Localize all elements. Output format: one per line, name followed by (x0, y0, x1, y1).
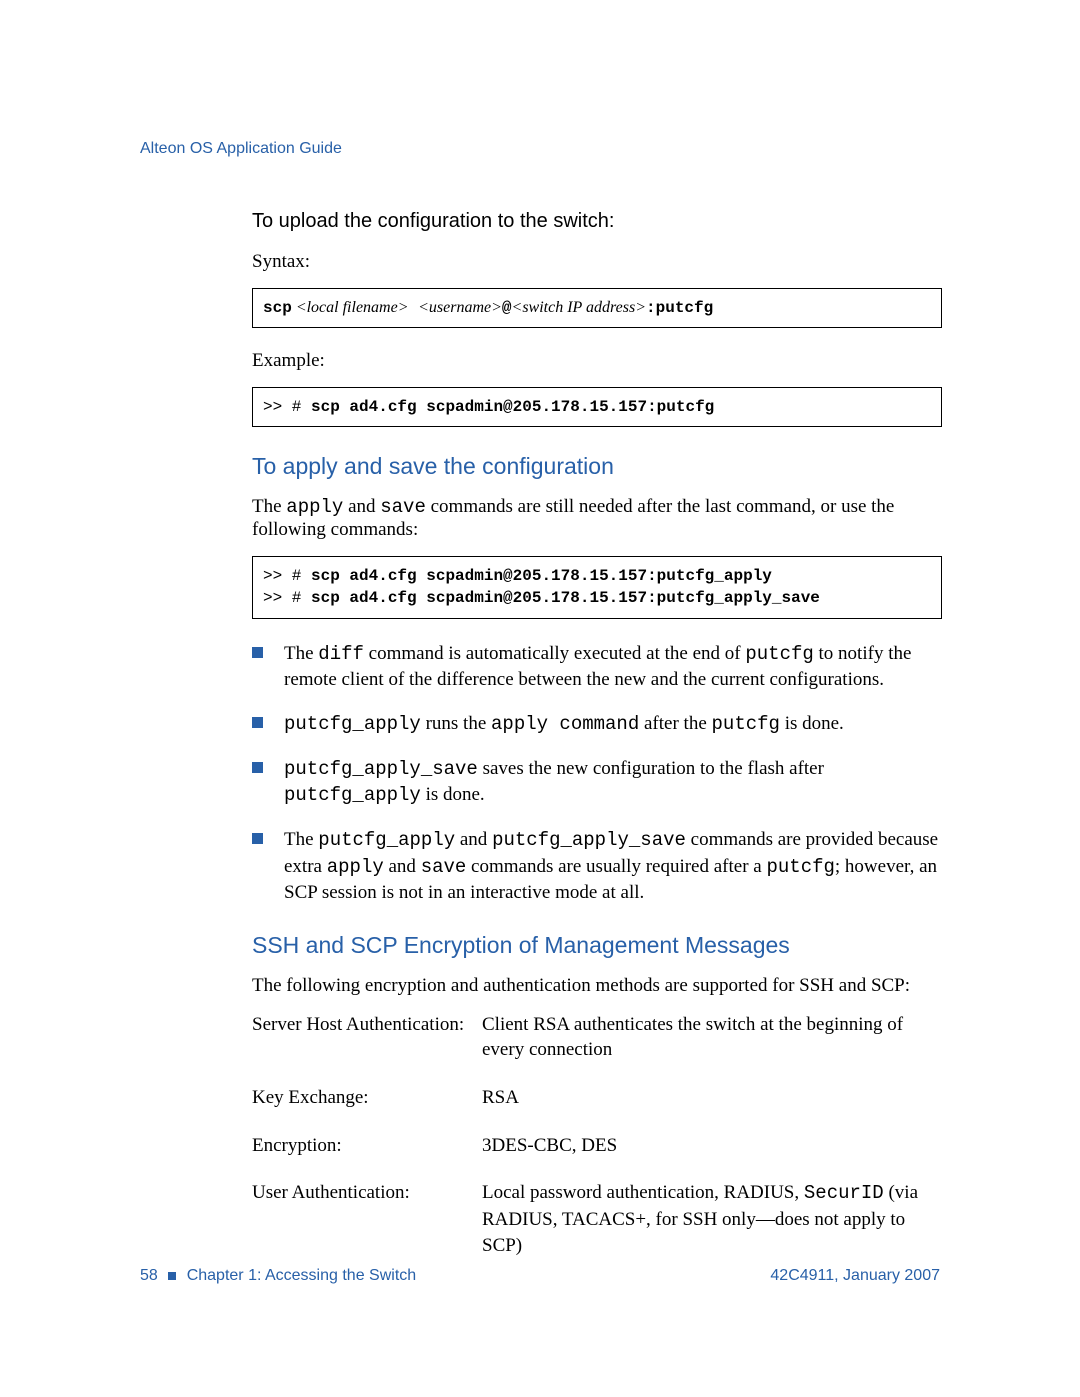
definition-list: Server Host Authentication: Client RSA a… (252, 1012, 942, 1258)
page-content: Alteon OS Application Guide To upload th… (140, 140, 940, 1280)
code-line: scp ad4.cfg scpadmin@205.178.15.157:putc… (311, 398, 714, 416)
apply-intro: The apply and save commands are still ne… (252, 496, 942, 542)
body-content: To upload the configuration to the switc… (252, 210, 942, 1258)
code-suffix: :putcfg (646, 299, 713, 317)
code-param: <switch IP address> (512, 299, 646, 316)
section-heading: To apply and save the configuration (252, 453, 942, 480)
code-line: scp ad4.cfg scpadmin@205.178.15.157:putc… (311, 589, 820, 607)
chapter-label: Chapter 1: Accessing the Switch (187, 1267, 416, 1284)
def-term: Server Host Authentication: (252, 1012, 482, 1063)
syntax-codebox: scp <local filename> <username>@<switch … (252, 288, 942, 328)
page-footer: 58 Chapter 1: Accessing the Switch 42C49… (140, 1267, 940, 1285)
section-heading: SSH and SCP Encryption of Management Mes… (252, 932, 942, 959)
definition-row: Encryption: 3DES-CBC, DES (252, 1133, 942, 1159)
def-value: Client RSA authenticates the switch at t… (482, 1012, 942, 1063)
step-title: To upload the configuration to the switc… (252, 210, 942, 233)
square-bullet-icon (168, 1272, 176, 1280)
definition-row: Server Host Authentication: Client RSA a… (252, 1012, 942, 1063)
footer-right: 42C4911, January 2007 (770, 1267, 940, 1285)
def-term: Encryption: (252, 1133, 482, 1159)
definition-row: User Authentication: Local password auth… (252, 1180, 942, 1258)
syntax-label: Syntax: (252, 251, 942, 274)
ssh-intro: The following encryption and authenticat… (252, 975, 942, 998)
page-number: 58 (140, 1267, 158, 1284)
def-term: User Authentication: (252, 1180, 482, 1258)
list-item: The putcfg_apply and putcfg_apply_save c… (252, 827, 942, 906)
code-cmd: scp (263, 299, 292, 317)
definition-row: Key Exchange: RSA (252, 1085, 942, 1111)
code-line: scp ad4.cfg scpadmin@205.178.15.157:putc… (311, 567, 772, 585)
footer-left: 58 Chapter 1: Accessing the Switch (140, 1267, 416, 1285)
prompt: >> # (263, 567, 311, 585)
def-value: Local password authentication, RADIUS, S… (482, 1180, 942, 1258)
apply-codebox: >> # scp ad4.cfg scpadmin@205.178.15.157… (252, 556, 942, 619)
list-item: The diff command is automatically execut… (252, 641, 942, 693)
def-value: RSA (482, 1085, 942, 1111)
example-label: Example: (252, 350, 942, 373)
prompt: >> # (263, 398, 311, 416)
code-param: <local filename> (292, 299, 409, 316)
list-item: putcfg_apply runs the apply command afte… (252, 711, 942, 738)
prompt: >> # (263, 589, 311, 607)
example-codebox: >> # scp ad4.cfg scpadmin@205.178.15.157… (252, 387, 942, 427)
bullet-list: The diff command is automatically execut… (252, 641, 942, 906)
code-at: @ (502, 299, 512, 317)
running-header: Alteon OS Application Guide (140, 140, 940, 158)
code-param: <username> (418, 299, 502, 316)
def-value: 3DES-CBC, DES (482, 1133, 942, 1159)
def-term: Key Exchange: (252, 1085, 482, 1111)
list-item: putcfg_apply_save saves the new configur… (252, 756, 942, 809)
